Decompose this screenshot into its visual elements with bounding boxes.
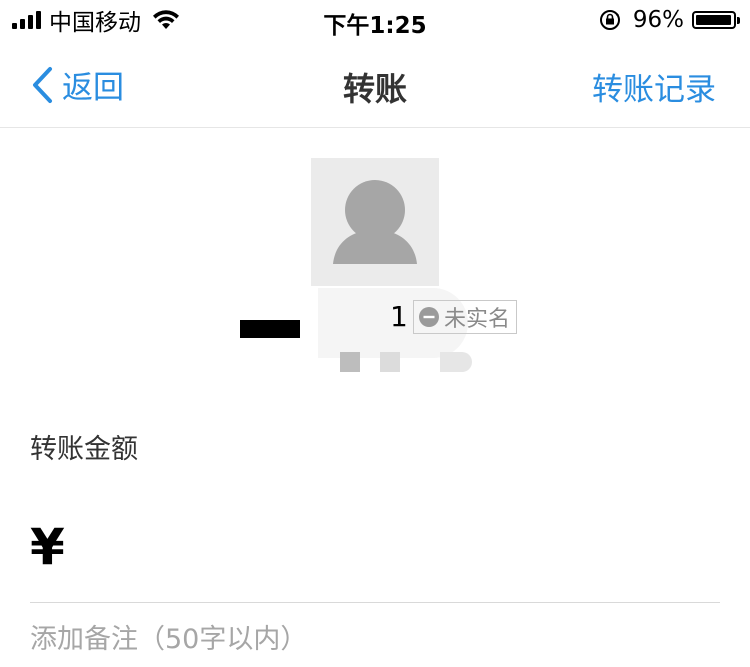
battery-cap bbox=[737, 17, 740, 24]
amount-input[interactable] bbox=[76, 516, 720, 578]
nav-bar: 返回 转账 转账记录 bbox=[0, 40, 750, 128]
battery-percent: 96% bbox=[632, 7, 684, 33]
divider bbox=[30, 602, 720, 603]
orientation-lock-icon bbox=[599, 10, 620, 30]
avatar[interactable] bbox=[311, 158, 439, 286]
recipient-name-suffix: 1 bbox=[390, 300, 408, 333]
redaction-block bbox=[440, 352, 472, 372]
back-chevron-icon bbox=[33, 66, 52, 103]
recipient-name-row: 1 未实名 bbox=[230, 298, 530, 338]
amount-label: 转账金额 bbox=[30, 434, 138, 465]
amount-field[interactable]: ¥ bbox=[30, 512, 720, 582]
remark-input[interactable] bbox=[30, 617, 720, 661]
status-bar: 中国移动 下午1:25 96% bbox=[0, 0, 750, 40]
battery-icon bbox=[692, 11, 740, 29]
verification-badge-label: 未实名 bbox=[444, 307, 511, 332]
battery-fill bbox=[696, 15, 731, 25]
currency-symbol: ¥ bbox=[30, 518, 65, 576]
recipient-account-redacted bbox=[280, 352, 480, 382]
redacted-name bbox=[240, 320, 300, 338]
transfer-history-button[interactable]: 转账记录 bbox=[592, 64, 716, 109]
status-right: 96% bbox=[599, 6, 740, 34]
redaction-block bbox=[340, 352, 360, 372]
avatar-placeholder-icon bbox=[333, 180, 417, 264]
redaction-block bbox=[380, 352, 400, 372]
verification-badge: 未实名 bbox=[413, 300, 518, 334]
minus-circle-icon bbox=[419, 307, 439, 327]
back-label: 返回 bbox=[62, 70, 124, 106]
back-button[interactable]: 返回 bbox=[30, 62, 124, 107]
